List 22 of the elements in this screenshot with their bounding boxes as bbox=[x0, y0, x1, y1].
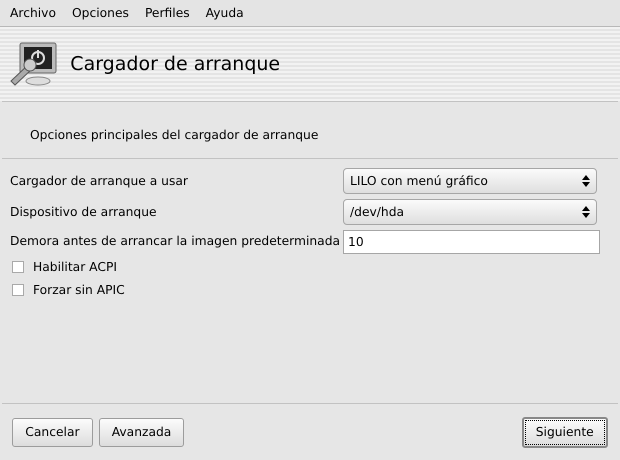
dialog-button[interactable]: Cancelar bbox=[12, 418, 93, 447]
checkbox-label: Forzar sin APIC bbox=[33, 282, 125, 299]
dropdown[interactable]: /dev/hda bbox=[343, 199, 597, 226]
field-label: Dispositivo de arranque bbox=[9, 204, 158, 221]
dropdown[interactable]: LILO con menú gráfico bbox=[343, 168, 597, 194]
checkbox[interactable] bbox=[12, 261, 24, 274]
page-title: Cargador de arranque bbox=[70, 52, 280, 77]
dialog-button[interactable]: Avanzada bbox=[98, 418, 184, 447]
checkbox-label: Habilitar ACPI bbox=[33, 258, 117, 276]
up-down-arrows-icon bbox=[582, 206, 590, 218]
section-description: Opciones principales del cargador de arranque bbox=[30, 128, 318, 142]
up-down-arrows-icon bbox=[582, 175, 590, 188]
delay-field[interactable]: 10 bbox=[343, 230, 600, 254]
checkbox[interactable] bbox=[12, 284, 24, 296]
dialog-button[interactable]: Siguiente bbox=[522, 417, 608, 448]
bootloader-icon bbox=[8, 41, 58, 87]
menu-item[interactable]: Opciones bbox=[64, 0, 137, 26]
menu-item[interactable]: Ayuda bbox=[198, 0, 252, 26]
field-label: Cargador de arranque a usar bbox=[9, 172, 189, 190]
field-label: Demora antes de arrancar la imagen predeterminada bbox=[9, 233, 342, 250]
menu-item[interactable]: Archivo bbox=[2, 0, 64, 26]
menu-item[interactable]: Perfiles bbox=[136, 0, 198, 26]
